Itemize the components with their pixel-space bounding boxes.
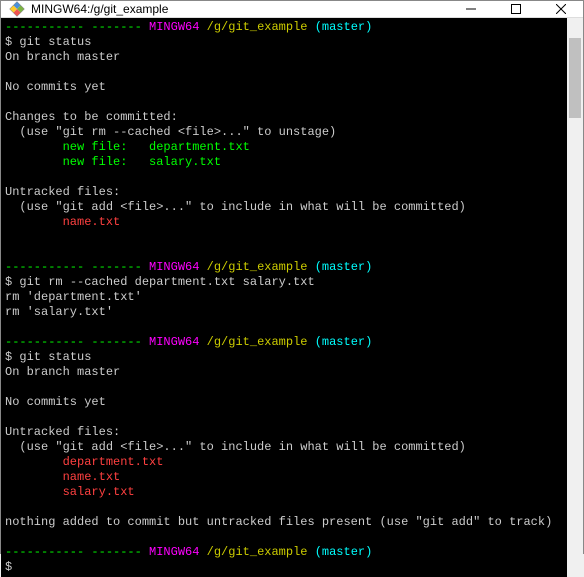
titlebar[interactable]: MINGW64:/g/git_example — [1, 1, 583, 18]
prompt-dollar: $ — [5, 275, 12, 289]
path-label: /g/git_example — [207, 20, 308, 34]
branch-label: (master) — [315, 335, 373, 349]
terminal-window: MINGW64:/g/git_example ----------- -----… — [0, 0, 584, 554]
staged-file: new file: salary.txt — [5, 155, 221, 169]
cmd-git-status: git status — [19, 350, 91, 364]
terminal-output[interactable]: ----------- ------- MINGW64 /g/git_examp… — [1, 18, 567, 577]
out-line: nothing added to commit but untracked fi… — [5, 515, 552, 529]
path-label: /g/git_example — [207, 545, 308, 559]
env-label: MINGW64 — [149, 545, 199, 559]
out-line: Changes to be committed: — [5, 110, 178, 124]
cmd-git-status: git status — [19, 35, 91, 49]
app-icon — [9, 1, 25, 17]
window-controls — [448, 1, 583, 17]
terminal-area: ----------- ------- MINGW64 /g/git_examp… — [1, 18, 583, 577]
untracked-file: department.txt — [5, 455, 163, 469]
window-title: MINGW64:/g/git_example — [31, 2, 448, 16]
prompt-line: ----------- ------- — [5, 335, 142, 349]
path-label: /g/git_example — [207, 260, 308, 274]
vertical-scrollbar[interactable] — [567, 18, 583, 577]
maximize-button[interactable] — [493, 1, 538, 17]
out-line: rm 'department.txt' — [5, 290, 142, 304]
prompt-dollar: $ — [5, 35, 12, 49]
untracked-file: name.txt — [5, 215, 120, 229]
scrollbar-thumb[interactable] — [569, 38, 581, 118]
out-line: No commits yet — [5, 395, 106, 409]
cursor — [12, 560, 19, 574]
minimize-button[interactable] — [448, 1, 493, 17]
prompt-line: ----------- ------- — [5, 20, 142, 34]
env-label: MINGW64 — [149, 335, 199, 349]
env-label: MINGW64 — [149, 260, 199, 274]
out-line: rm 'salary.txt' — [5, 305, 113, 319]
prompt-line: ----------- ------- — [5, 545, 142, 559]
out-line: Untracked files: — [5, 425, 120, 439]
out-line: (use "git add <file>..." to include in w… — [5, 440, 466, 454]
out-line: (use "git add <file>..." to include in w… — [5, 200, 466, 214]
branch-label: (master) — [315, 20, 373, 34]
branch-label: (master) — [315, 545, 373, 559]
branch-label: (master) — [315, 260, 373, 274]
prompt-dollar: $ — [5, 350, 12, 364]
out-line: On branch master — [5, 365, 120, 379]
prompt-dollar: $ — [5, 560, 12, 574]
out-line: Untracked files: — [5, 185, 120, 199]
cmd-git-rm: git rm --cached department.txt salary.tx… — [19, 275, 314, 289]
prompt-line: ----------- ------- — [5, 260, 142, 274]
out-line: (use "git rm --cached <file>..." to unst… — [5, 125, 336, 139]
out-line: On branch master — [5, 50, 120, 64]
env-label: MINGW64 — [149, 20, 199, 34]
out-line: No commits yet — [5, 80, 106, 94]
untracked-file: name.txt — [5, 470, 120, 484]
staged-file: new file: department.txt — [5, 140, 250, 154]
path-label: /g/git_example — [207, 335, 308, 349]
close-button[interactable] — [538, 1, 583, 17]
untracked-file: salary.txt — [5, 485, 135, 499]
